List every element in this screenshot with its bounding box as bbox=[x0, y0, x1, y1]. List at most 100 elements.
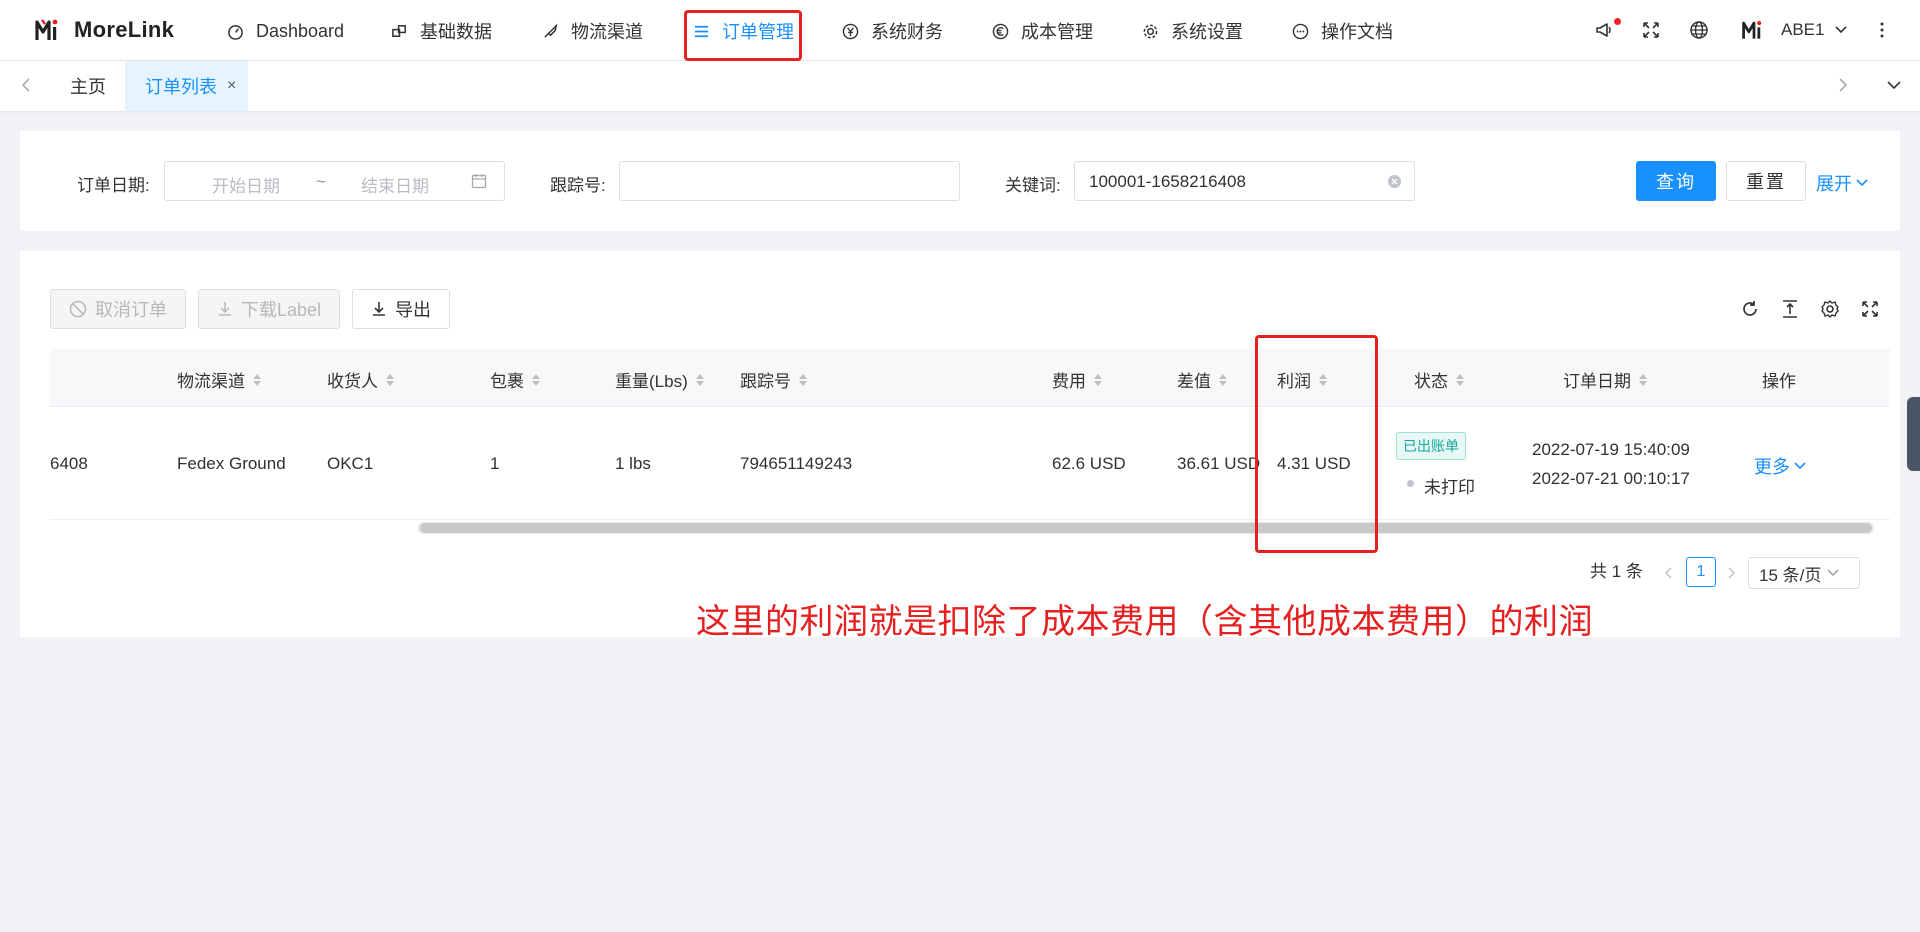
download-label-button[interactable]: 下载Label bbox=[198, 289, 341, 329]
cancel-order-button[interactable]: 取消订单 bbox=[50, 289, 186, 329]
sort-icon[interactable] bbox=[695, 373, 704, 386]
close-icon[interactable]: × bbox=[227, 77, 236, 95]
fullscreen-icon[interactable] bbox=[1641, 20, 1661, 40]
order-table-panel: 取消订单 下载Label 导出 物流渠道 收货人 包裹 重量(Lbs) 跟踪号 … bbox=[20, 251, 1900, 637]
settings-icon[interactable] bbox=[1819, 298, 1841, 320]
notification-dot bbox=[1614, 18, 1621, 25]
sort-icon[interactable] bbox=[799, 373, 807, 386]
tracking-no-input[interactable] bbox=[619, 161, 960, 201]
yen-icon bbox=[841, 22, 859, 40]
nav-label: 操作文档 bbox=[1321, 22, 1393, 42]
start-date-input[interactable]: 开始日期 bbox=[212, 172, 280, 197]
gear-icon bbox=[1141, 22, 1159, 40]
export-label: 导出 bbox=[395, 300, 431, 320]
more-vertical-icon[interactable] bbox=[1872, 20, 1892, 40]
nav-system-finance[interactable]: 系统财务 bbox=[841, 14, 943, 48]
order-no-cell: 6408 bbox=[50, 454, 88, 473]
table-header: 物流渠道 收货人 包裹 重量(Lbs) 跟踪号 费用 差值 利润 状态 订单日期… bbox=[50, 349, 1890, 407]
page-size-select[interactable]: 15 条/页 bbox=[1748, 557, 1860, 589]
nav-cost-management[interactable]: 成本管理 bbox=[991, 14, 1093, 48]
print-status: 未打印 bbox=[1424, 478, 1475, 497]
export-button[interactable]: 导出 bbox=[352, 289, 450, 329]
sort-icon[interactable] bbox=[1094, 373, 1102, 386]
app-name: MoreLink bbox=[74, 17, 175, 42]
expand-link[interactable]: 展开 bbox=[1816, 170, 1868, 196]
more-actions-dropdown[interactable]: 更多 bbox=[1754, 453, 1806, 479]
keyword-value: 100001-1658216408 bbox=[1089, 172, 1246, 191]
user-menu[interactable]: ABE1 bbox=[1781, 20, 1847, 40]
tab-scroll-right-icon[interactable] bbox=[1833, 75, 1853, 95]
sort-icon[interactable] bbox=[1456, 373, 1464, 386]
column-header-status[interactable]: 状态 bbox=[1414, 367, 1464, 392]
column-header-packages[interactable]: 包裹 bbox=[490, 367, 540, 392]
export-icon bbox=[371, 301, 387, 317]
euro-icon bbox=[991, 22, 1009, 40]
end-date-input[interactable]: 结束日期 bbox=[361, 172, 429, 197]
avatar[interactable] bbox=[1741, 20, 1767, 40]
tab-home[interactable]: 主页 bbox=[70, 61, 106, 111]
nav-logistics-channel[interactable]: 物流渠道 bbox=[541, 14, 643, 48]
ban-icon bbox=[69, 300, 87, 318]
refresh-icon[interactable] bbox=[1739, 298, 1761, 320]
clear-icon[interactable] bbox=[1387, 174, 1402, 194]
rocket-icon bbox=[541, 22, 559, 40]
column-label: 订单日期 bbox=[1563, 372, 1631, 391]
side-drawer-handle[interactable] bbox=[1907, 397, 1920, 471]
search-panel: 订单日期: 开始日期 ~ 结束日期 跟踪号: 关键词: 100001-16582… bbox=[20, 131, 1900, 231]
sort-icon[interactable] bbox=[1219, 373, 1227, 386]
chevron-down-icon bbox=[1835, 20, 1847, 40]
fee-cell: 62.6 USD bbox=[1052, 454, 1126, 473]
cube-icon bbox=[390, 22, 408, 40]
status-badge: 已出账单 bbox=[1396, 432, 1466, 460]
sort-icon[interactable] bbox=[253, 373, 261, 386]
query-button[interactable]: 查询 bbox=[1636, 161, 1716, 201]
fullscreen-icon[interactable] bbox=[1859, 298, 1881, 320]
column-header-fee[interactable]: 费用 bbox=[1052, 367, 1102, 392]
chevron-down-icon bbox=[1827, 568, 1839, 578]
nav-system-settings[interactable]: 系统设置 bbox=[1141, 14, 1243, 48]
nav-basic-data[interactable]: 基础数据 bbox=[390, 14, 492, 48]
column-header-diff[interactable]: 差值 bbox=[1177, 367, 1227, 392]
download-icon bbox=[217, 301, 233, 317]
app-logo[interactable]: MoreLink bbox=[34, 17, 174, 43]
column-header-receiver[interactable]: 收货人 bbox=[327, 367, 394, 392]
dashboard-icon bbox=[226, 22, 244, 40]
page-number-current[interactable]: 1 bbox=[1686, 557, 1716, 587]
cancel-order-label: 取消订单 bbox=[95, 300, 167, 320]
nav-label: 物流渠道 bbox=[571, 22, 643, 42]
user-name: ABE1 bbox=[1781, 20, 1825, 39]
order-date-label: 订单日期: bbox=[77, 176, 150, 195]
column-header-tracking[interactable]: 跟踪号 bbox=[740, 367, 807, 392]
column-header-channel[interactable]: 物流渠道 bbox=[177, 367, 261, 392]
sort-icon[interactable] bbox=[532, 373, 540, 386]
channel-cell: Fedex Ground bbox=[177, 454, 286, 473]
column-label: 操作 bbox=[1762, 372, 1796, 391]
column-label: 状态 bbox=[1414, 372, 1448, 391]
tab-label: 主页 bbox=[70, 77, 106, 97]
tab-scroll-left-icon[interactable] bbox=[16, 75, 36, 95]
column-header-weight[interactable]: 重量(Lbs) bbox=[615, 367, 704, 392]
packages-cell: 1 bbox=[490, 454, 500, 473]
nav-operation-docs[interactable]: 操作文档 bbox=[1291, 14, 1393, 48]
order-date-range-picker[interactable]: 开始日期 ~ 结束日期 bbox=[164, 161, 505, 201]
sort-icon[interactable] bbox=[386, 373, 394, 386]
tab-order-list[interactable]: 订单列表 × bbox=[125, 61, 249, 111]
sort-icon[interactable] bbox=[1639, 373, 1647, 386]
column-label: 重量(Lbs) bbox=[615, 372, 688, 391]
column-height-icon[interactable] bbox=[1779, 298, 1801, 320]
nav-label: 基础数据 bbox=[420, 22, 492, 42]
tab-bar: 主页 订单列表 × bbox=[0, 61, 1920, 111]
column-header-order-date[interactable]: 订单日期 bbox=[1563, 367, 1647, 392]
chevron-down-icon bbox=[1856, 178, 1868, 188]
reset-button[interactable]: 重置 bbox=[1726, 161, 1806, 201]
announcement-icon[interactable] bbox=[1594, 20, 1614, 40]
next-page-icon[interactable] bbox=[1726, 565, 1736, 585]
nav-label: Dashboard bbox=[256, 20, 345, 41]
tab-menu-chevron-icon[interactable] bbox=[1884, 75, 1904, 95]
scrollbar-thumb[interactable] bbox=[420, 523, 1872, 533]
nav-dashboard[interactable]: Dashboard bbox=[226, 14, 344, 48]
globe-icon[interactable] bbox=[1689, 20, 1709, 40]
range-separator: ~ bbox=[316, 172, 326, 191]
prev-page-icon[interactable] bbox=[1664, 565, 1674, 585]
keyword-input[interactable]: 100001-1658216408 bbox=[1074, 161, 1415, 201]
